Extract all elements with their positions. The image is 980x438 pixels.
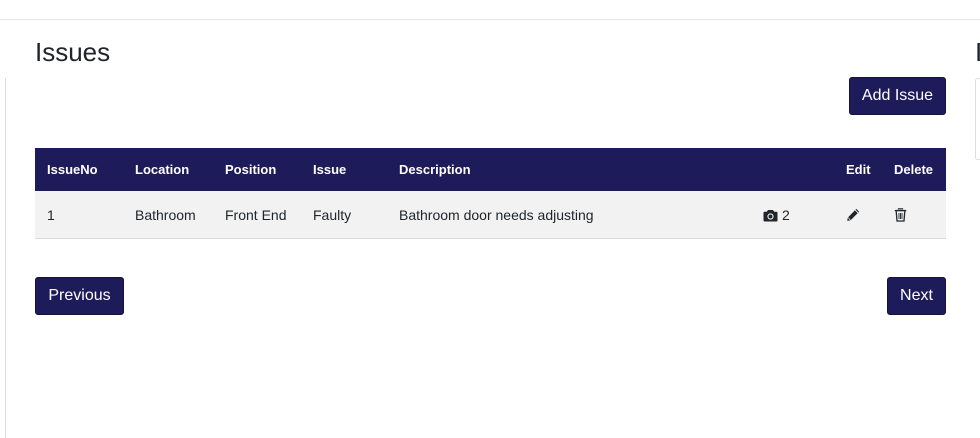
header-divider [0, 19, 980, 20]
column-header-edit: Edit [846, 162, 871, 177]
column-header-description: Description [399, 162, 471, 177]
table-header: IssueNo Location Position Issue Descript… [35, 148, 946, 191]
column-header-delete: Delete [894, 162, 934, 177]
table-row[interactable]: 1 Bathroom Front End Faulty Bathroom doo… [35, 191, 946, 239]
column-header-issue: Issue [313, 162, 347, 177]
cell-issue-no: 1 [47, 207, 55, 223]
cell-location: Bathroom [135, 207, 196, 223]
cell-description: Bathroom door needs adjusting [399, 207, 594, 223]
column-header-issue-no: IssueNo [47, 162, 98, 177]
column-header-position: Position [225, 162, 277, 177]
previous-page-button[interactable]: Previous [35, 277, 124, 315]
photo-count: 2 [782, 207, 790, 223]
page-title: Issues [35, 37, 111, 67]
cell-position: Front End [225, 207, 287, 223]
delete-button[interactable] [894, 191, 907, 239]
right-panel-card [975, 78, 980, 160]
edit-button[interactable] [846, 191, 860, 239]
add-issue-button[interactable]: Add Issue [849, 77, 946, 115]
cell-issue: Faulty [313, 207, 352, 223]
column-header-location: Location [135, 162, 190, 177]
next-page-button[interactable]: Next [887, 277, 946, 315]
issues-table: IssueNo Location Position Issue Descript… [35, 148, 946, 239]
trash-icon [894, 208, 907, 222]
pencil-icon [846, 208, 860, 222]
right-panel-title: I [975, 37, 980, 67]
issues-page: I Issues Add Issue IssueNo Location Posi… [0, 0, 980, 438]
photos-link[interactable]: 2 [763, 191, 790, 239]
left-panel-edge [0, 78, 6, 438]
camera-icon [763, 209, 778, 222]
